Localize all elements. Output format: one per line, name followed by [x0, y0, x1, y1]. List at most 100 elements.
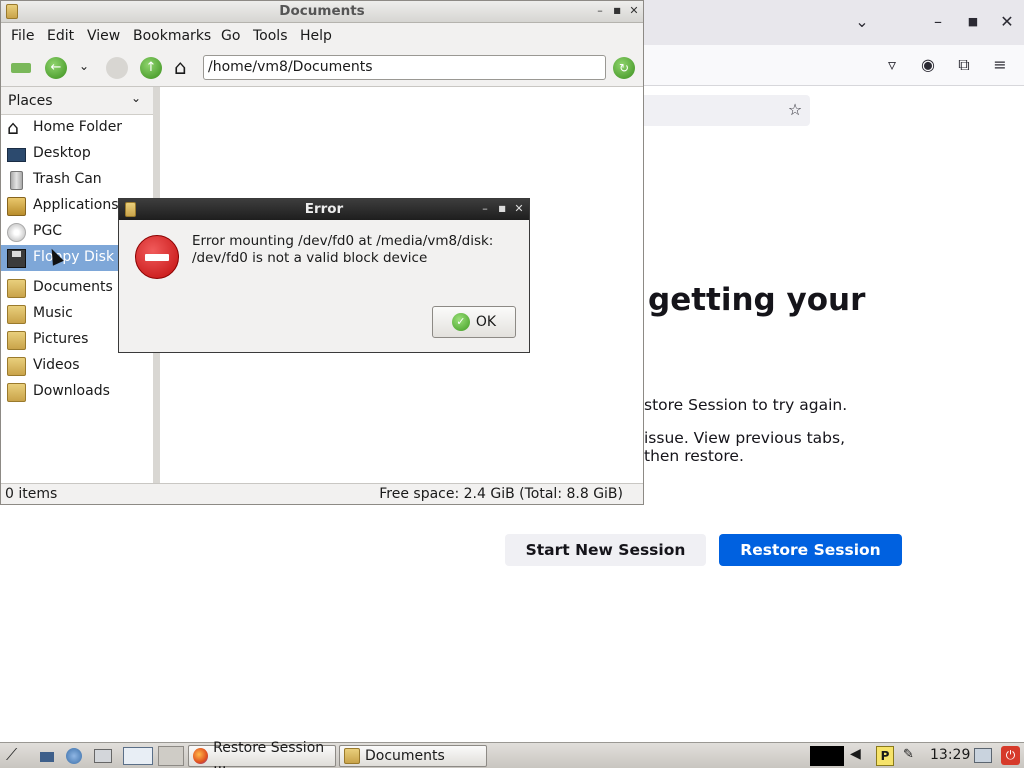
list-tabs-chevron-icon[interactable]: ⌄: [851, 12, 873, 32]
forward-arrow-icon[interactable]: [106, 57, 128, 79]
place-label: Videos: [33, 357, 80, 373]
place-label: PGC: [33, 223, 63, 239]
workspace-switcher[interactable]: [123, 747, 153, 765]
error-dialog: Error – ■ ✕ Error mounting /dev/fd0 at /…: [118, 198, 530, 353]
free-space: Free space: 2.4 GiB (Total: 8.8 GiB): [379, 486, 623, 502]
start-menu-icon[interactable]: ⟋: [6, 745, 17, 765]
error-message: Error mounting /dev/fd0 at /media/vm8/di…: [192, 233, 494, 266]
home-icon: ⌂: [7, 117, 20, 139]
close-icon[interactable]: ✕: [512, 202, 526, 216]
new-tab-icon[interactable]: [11, 63, 31, 73]
show-desktop-icon[interactable]: [40, 752, 54, 762]
back-history-chevron-icon[interactable]: ⌄: [79, 59, 89, 73]
close-icon[interactable]: ✕: [996, 12, 1018, 32]
firefox-icon: [193, 748, 209, 764]
folder-icon: [7, 357, 26, 376]
power-icon[interactable]: ⏻: [1001, 746, 1020, 765]
ok-label: OK: [475, 314, 497, 330]
cpu-monitor: [810, 746, 844, 766]
up-arrow-icon[interactable]: ↑: [140, 57, 162, 79]
place-label: Desktop: [33, 145, 91, 161]
menu-file[interactable]: File: [11, 28, 34, 44]
start-new-session-button[interactable]: Start New Session: [505, 534, 706, 566]
go-arrow-icon[interactable]: ↻: [613, 57, 635, 79]
applications-icon: [7, 197, 26, 216]
home-icon[interactable]: ⌂: [174, 56, 187, 78]
place-label: Applications: [33, 197, 119, 213]
menu-tools[interactable]: Tools: [253, 28, 288, 44]
status-bar: 0 items Free space: 2.4 GiB (Total: 8.8 …: [1, 483, 643, 504]
menu-help[interactable]: Help: [300, 28, 332, 44]
dialog-title: Error: [304, 201, 344, 217]
maximize-icon[interactable]: ■: [962, 12, 984, 32]
screen-lock-icon[interactable]: [974, 748, 992, 763]
task-label: Restore Session ...: [213, 740, 325, 768]
place-label: Downloads: [33, 383, 110, 399]
place-home-folder[interactable]: ⌂ Home Folder: [1, 115, 154, 141]
file-manager-launcher-icon[interactable]: [94, 749, 112, 763]
place-label: Documents: [33, 279, 113, 295]
task-label: Documents: [365, 748, 445, 764]
minimize-icon[interactable]: –: [927, 12, 949, 32]
account-icon[interactable]: ◉: [917, 55, 939, 75]
menu-bookmarks[interactable]: Bookmarks: [133, 28, 211, 44]
folder-icon: [7, 279, 26, 298]
menu-view[interactable]: View: [87, 28, 120, 44]
back-arrow-icon[interactable]: ←: [45, 57, 67, 79]
place-label: Floppy Disk: [33, 249, 115, 265]
restore-session-button[interactable]: Restore Session: [719, 534, 902, 566]
extensions-icon[interactable]: ⧉: [953, 55, 975, 75]
place-videos[interactable]: Videos: [1, 353, 154, 379]
session-restore-text: store Session to try again.: [644, 396, 848, 414]
workspace-switcher[interactable]: [158, 746, 184, 766]
close-icon[interactable]: ✕: [627, 4, 641, 18]
drive-icon: [7, 223, 26, 242]
place-label: Home Folder: [33, 119, 123, 135]
place-label: Music: [33, 305, 73, 321]
error-icon: [135, 235, 179, 279]
location-bar[interactable]: /home/vm8/Documents: [203, 55, 606, 80]
place-trash-can[interactable]: Trash Can: [1, 167, 154, 193]
window-title: Documents: [279, 3, 365, 19]
clipboard-icon[interactable]: P: [876, 746, 894, 766]
maximize-icon[interactable]: ■: [495, 202, 509, 216]
task-documents[interactable]: Documents: [339, 745, 487, 767]
toolbar: ← ⌄ ↑ ⌂ /home/vm8/Documents ↻: [1, 49, 643, 87]
clock[interactable]: 13:29: [930, 747, 970, 763]
network-icon[interactable]: ✎: [903, 747, 914, 762]
session-restore-heading: getting your: [648, 282, 866, 318]
folder-icon: [7, 305, 26, 324]
ok-button[interactable]: ✓ OK: [432, 306, 516, 338]
volume-icon[interactable]: ◀: [850, 746, 861, 762]
taskbar: ⟋ Restore Session ... Documents ◀ P ✎ 13…: [0, 740, 1024, 768]
desktop-icon: [7, 148, 26, 162]
hamburger-menu-icon[interactable]: ≡: [989, 55, 1011, 75]
places-label: Places: [8, 93, 53, 109]
file-manager-title-bar[interactable]: Documents – ■ ✕: [1, 1, 643, 23]
session-restore-text: then restore.: [644, 447, 744, 465]
dialog-title-bar[interactable]: Error – ■ ✕: [119, 199, 529, 220]
minimize-icon[interactable]: –: [593, 4, 607, 18]
place-label: Pictures: [33, 331, 89, 347]
place-label: Trash Can: [33, 171, 102, 187]
place-desktop[interactable]: Desktop: [1, 141, 154, 167]
minimize-icon[interactable]: –: [478, 202, 492, 216]
trash-icon: [10, 171, 23, 190]
chevron-down-icon[interactable]: ⌄: [131, 91, 141, 105]
place-downloads[interactable]: Downloads: [1, 379, 154, 405]
folder-icon: [7, 383, 26, 402]
menu-edit[interactable]: Edit: [47, 28, 74, 44]
pocket-icon[interactable]: ▿: [881, 55, 903, 75]
folder-icon: [7, 331, 26, 350]
folder-icon: [344, 748, 360, 764]
task-restore-session[interactable]: Restore Session ...: [188, 740, 336, 768]
places-header[interactable]: Places ⌄: [1, 87, 154, 115]
menu-bar: File Edit View Bookmarks Go Tools Help: [1, 23, 643, 49]
floppy-icon: [7, 249, 26, 268]
maximize-icon[interactable]: ■: [610, 4, 624, 18]
item-count: 0 items: [5, 486, 58, 502]
ok-check-icon: ✓: [451, 313, 470, 331]
session-restore-text: issue. View previous tabs,: [644, 429, 845, 447]
browser-launcher-icon[interactable]: [66, 748, 82, 764]
menu-go[interactable]: Go: [221, 28, 240, 44]
